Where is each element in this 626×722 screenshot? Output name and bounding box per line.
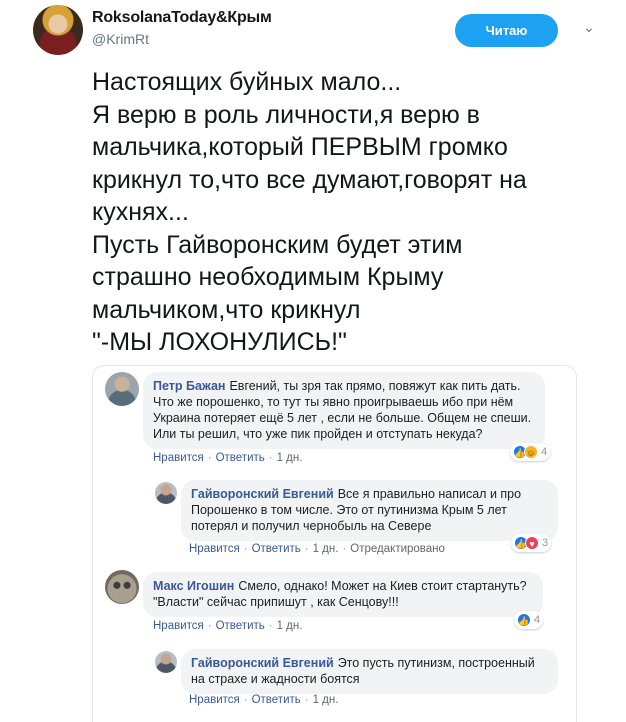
reaction-count: 3 (542, 537, 549, 549)
reply-link[interactable]: Ответить (216, 452, 265, 464)
author-name[interactable]: RoksolanaToday&Крым (92, 9, 272, 27)
love-reaction-icon: ♥ (525, 536, 539, 550)
comment-actions: Нравится · Ответить · 1 дн. (189, 694, 339, 706)
commenter-avatar (155, 482, 177, 504)
tweet-text: Настоящих буйных мало... Я верю в роль л… (92, 66, 592, 359)
comment-bubble: Гайворонский Евгений Все я правильно напи… (181, 480, 558, 541)
tweet-text-line: Настоящих буйных мало... (92, 68, 402, 96)
reply-link[interactable]: Ответить (252, 694, 301, 706)
follow-button[interactable]: Читаю (455, 14, 558, 47)
tweet-text-line: мальчика,который ПЕРВЫМ громко (92, 133, 508, 161)
comment-time: 1 дн. (276, 452, 303, 464)
reaction-count: 4 (541, 446, 548, 458)
author-handle[interactable]: @KrimRt (92, 31, 149, 47)
reaction-summary: 👍 ☺ 4 (510, 443, 551, 461)
author-avatar[interactable] (33, 5, 83, 55)
comment-bubble: Петр Бажан Евгений, ты зря так прямо, пов… (143, 372, 545, 449)
reaction-count: 4 (534, 614, 541, 626)
like-link[interactable]: Нравится (153, 452, 204, 464)
comment-author: Гайворонский Евгений (191, 656, 334, 670)
comment-bubble: Гайворонский Евгений Это пусть путинизм, … (181, 649, 558, 694)
commenter-avatar (105, 372, 139, 406)
comment-time: 1 дн. (312, 694, 339, 706)
comment-actions: Нравится · Ответить · 1 дн. (153, 452, 303, 464)
reaction-summary: 👍 4 (514, 611, 544, 629)
commenter-avatar (105, 570, 139, 604)
comment-bubble: Макс Игошин Смело, однако! Может на Киев … (143, 572, 543, 617)
comment-actions: Нравится · Ответить · 1 дн. (153, 620, 303, 632)
like-link[interactable]: Нравится (189, 543, 240, 555)
attached-image[interactable]: Петр Бажан Евгений, ты зря так прямо, пов… (92, 365, 577, 722)
reply-link[interactable]: Ответить (216, 620, 265, 632)
commenter-avatar (155, 651, 177, 673)
tweet-text-line: мальчиком,что крикнул (92, 295, 361, 324)
comment-time: 1 дн. (312, 543, 339, 555)
like-reaction-icon: 👍 (517, 613, 531, 627)
haha-reaction-icon: ☺ (524, 445, 538, 459)
tweet-text-line: "-МЫ ЛОХОНУЛИСЬ!" (92, 328, 347, 356)
comment-actions: Нравится · Ответить · 1 дн. · Отредактировано (189, 543, 445, 555)
comment-time: 1 дн. (276, 620, 303, 632)
comment-author: Петр Бажан (153, 379, 226, 393)
chevron-down-icon[interactable]: ⌄ (579, 17, 599, 37)
tweet-text-line: крикнул то,что все думают,говорят на (92, 165, 527, 194)
tweet-text-line: кухнях... (92, 198, 189, 226)
edited-label: Отредактировано (350, 543, 445, 555)
like-link[interactable]: Нравится (153, 620, 204, 632)
tweet-text-line: Я верю в роль личности,я верю в (92, 100, 480, 129)
comment-author: Макс Игошин (153, 579, 235, 593)
comment-author: Гайворонский Евгений (191, 487, 334, 501)
reply-link[interactable]: Ответить (252, 543, 301, 555)
tweet-header: RoksolanaToday&Крым @KrimRt Читаю ⌄ (33, 5, 603, 57)
tweet-text-line: страшно необходимым Крыму (92, 263, 444, 291)
reaction-summary: 👍 ♥ 3 (511, 534, 552, 552)
tweet-text-line: Пусть Гайворонским будет этим (92, 230, 463, 259)
like-link[interactable]: Нравится (189, 694, 240, 706)
